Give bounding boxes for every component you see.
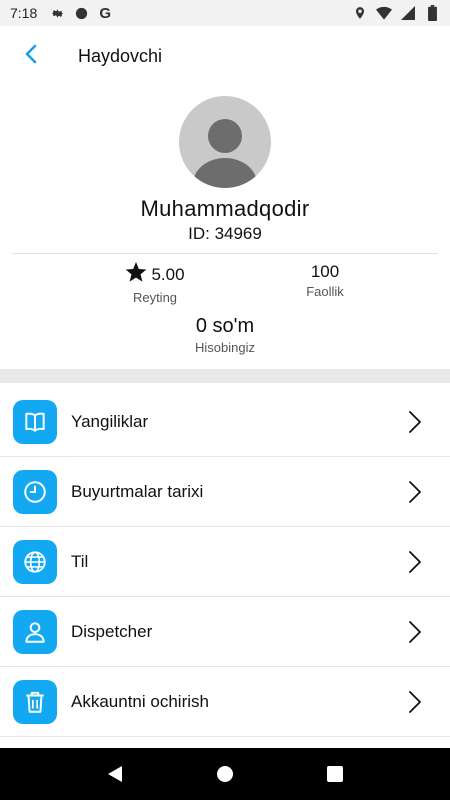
menu-item-news[interactable]: Yangiliklar: [0, 387, 450, 457]
balance-label: Hisobingiz: [195, 340, 255, 355]
driver-id: ID: 34969: [188, 224, 262, 243]
circle-icon: [73, 5, 89, 21]
gear-icon: [49, 5, 65, 21]
driver-name: Muhammadqodir: [140, 196, 310, 221]
menu-list: Yangiliklar Buyurtmalar tarixi Til Dispe…: [0, 387, 450, 737]
globe-icon: [13, 539, 57, 584]
page-title: Haydovchi: [78, 45, 163, 66]
status-bar: 7:18 G: [0, 0, 450, 26]
menu-item-label: Buyurtmalar tarixi: [71, 481, 204, 501]
balance-stat: 0 so'm Hisobingiz: [0, 315, 450, 355]
rating-label: Reyting: [132, 290, 178, 305]
activity-label: Faollik: [306, 284, 344, 299]
system-nav-bar: [0, 748, 450, 800]
chevron-right-icon: [400, 687, 430, 717]
chevron-right-icon: [400, 617, 430, 647]
signal-icon: [400, 5, 416, 21]
book-icon: [13, 399, 57, 444]
menu-item-label: Til: [71, 551, 89, 571]
menu-item-dispatcher[interactable]: Dispetcher: [0, 597, 450, 667]
chevron-left-icon: [21, 43, 41, 70]
divider: [12, 253, 438, 254]
chevron-right-icon: [400, 547, 430, 577]
rating-value: 5.00: [151, 265, 185, 284]
rating-stat: 5.00 Reyting: [60, 262, 250, 305]
menu-item-label: Yangiliklar: [71, 411, 149, 431]
balance-value: 0 so'm: [195, 315, 255, 337]
section-separator: [0, 369, 450, 383]
recents-square-icon[interactable]: [315, 754, 355, 794]
location-icon: [352, 5, 368, 21]
avatar[interactable]: [179, 96, 271, 188]
home-circle-icon[interactable]: [205, 754, 245, 794]
menu-item-label: Dispetcher: [71, 621, 153, 641]
menu-item-language[interactable]: Til: [0, 527, 450, 597]
activity-stat: 100 Faollik: [230, 262, 420, 299]
activity-value: 100: [310, 262, 340, 281]
clock-icon: [13, 469, 57, 514]
menu-item-order-history[interactable]: Buyurtmalar tarixi: [0, 457, 450, 527]
google-icon: G: [99, 4, 112, 22]
back-button[interactable]: [6, 26, 56, 86]
menu-item-label: Akkauntni ochirish: [71, 691, 209, 711]
back-triangle-icon[interactable]: [95, 754, 135, 794]
trash-icon: [13, 679, 57, 724]
star-icon: [125, 262, 147, 288]
wifi-icon: [376, 5, 392, 21]
user-icon: [13, 609, 57, 654]
status-time: 7:18: [10, 5, 38, 21]
chevron-right-icon: [400, 407, 430, 437]
chevron-right-icon: [400, 477, 430, 507]
battery-icon: [424, 5, 440, 21]
user-silhouette-icon: [193, 119, 257, 188]
menu-item-delete-account[interactable]: Akkauntni ochirish: [0, 667, 450, 737]
app-header: Haydovchi: [0, 26, 450, 86]
